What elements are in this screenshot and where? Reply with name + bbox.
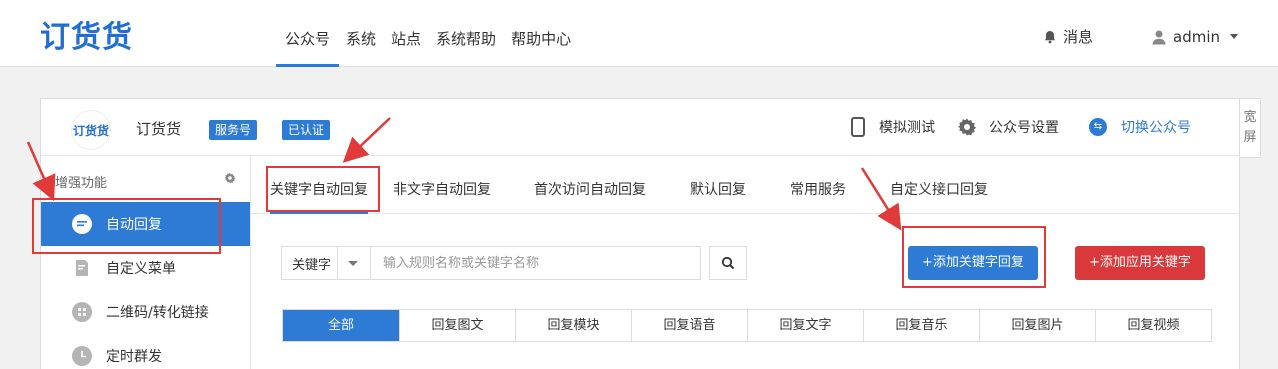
simulate-test-label: 模拟测试	[879, 120, 935, 136]
search-button[interactable]	[709, 246, 747, 280]
gear-icon	[957, 118, 977, 136]
switch-account-link[interactable]: ⇆ 切换公众号	[1089, 117, 1191, 137]
user-icon	[1152, 30, 1166, 44]
sidebar: 增强功能 自动回复 自定义菜单 二维码/转化链接 定时群发	[41, 156, 251, 369]
filter-voice[interactable]: 回复语音	[631, 310, 747, 341]
reply-tabs: 关键字自动回复 非文字自动回复 首次访问自动回复 默认回复 常用服务 自定义接口…	[251, 156, 1239, 214]
phone-icon	[851, 117, 865, 137]
filter-news[interactable]: 回复图文	[399, 310, 515, 341]
document-edit-icon	[76, 260, 88, 276]
sidebar-item-label: 定时群发	[106, 349, 162, 365]
reply-type-filter: 全部 回复图文 回复模块 回复语音 回复文字 回复音乐 回复图片 回复视频	[282, 309, 1212, 342]
top-navbar: 订货货 公众号 系统 站点 系统帮助 帮助中心 消息 admin	[0, 0, 1278, 67]
main-nav: 公众号 系统 站点 系统帮助 帮助中心	[276, 0, 578, 67]
qrcode-icon	[72, 302, 92, 322]
navbar-right: 消息 admin	[985, 26, 1238, 47]
sidebar-header: 增强功能	[55, 176, 108, 191]
chevron-down-icon	[1230, 34, 1238, 39]
account-settings-link[interactable]: 公众号设置	[957, 117, 1059, 137]
account-actions: 模拟测试 公众号设置 ⇆ 切换公众号	[829, 117, 1191, 137]
account-name: 订货货	[136, 120, 182, 138]
chat-icon	[72, 214, 92, 234]
messages-label: 消息	[1062, 28, 1093, 46]
filter-image[interactable]: 回复图片	[979, 310, 1095, 341]
filter-text[interactable]: 回复文字	[747, 310, 863, 341]
main-panel: 订货货 订货货 服务号 已认证 模拟测试 公众号设置 ⇆ 切换公众号 增强功能	[40, 98, 1240, 369]
filter-video[interactable]: 回复视频	[1095, 310, 1211, 341]
sidebar-item-scheduled-send[interactable]: 定时群发	[41, 334, 250, 369]
select-divider	[337, 246, 339, 280]
clock-icon	[72, 346, 92, 366]
sidebar-item-label: 自定义菜单	[106, 261, 176, 277]
nav-link-wechat[interactable]: 公众号	[276, 0, 340, 67]
nav-link-site[interactable]: 站点	[383, 0, 429, 67]
nav-link-system[interactable]: 系统	[338, 0, 384, 67]
sidebar-item-qrcode[interactable]: 二维码/转化链接	[41, 290, 250, 334]
sidebar-item-label: 自动回复	[106, 217, 162, 233]
tab-first-visit-reply[interactable]: 首次访问自动回复	[534, 156, 646, 214]
add-keyword-reply-button[interactable]: +添加关键字回复	[908, 246, 1038, 280]
switch-icon: ⇆	[1089, 118, 1107, 136]
switch-account-label: 切换公众号	[1121, 120, 1191, 136]
account-type-badge: 服务号	[209, 120, 258, 140]
filter-all[interactable]: 全部	[283, 310, 399, 341]
tab-custom-api-reply[interactable]: 自定义接口回复	[890, 156, 988, 214]
bell-icon	[1044, 30, 1056, 43]
search-type-value: 关键字	[292, 257, 332, 273]
messages-link[interactable]: 消息	[1043, 26, 1093, 47]
account-avatar: 订货货	[71, 110, 111, 150]
tab-keyword-reply[interactable]: 关键字自动回复	[270, 156, 368, 214]
gear-icon[interactable]	[224, 172, 236, 184]
sidebar-item-custom-menu[interactable]: 自定义菜单	[41, 246, 250, 290]
add-app-keyword-button[interactable]: +添加应用关键字	[1075, 246, 1205, 280]
user-menu[interactable]: admin	[1151, 28, 1238, 46]
verified-badge: 已认证	[282, 120, 331, 140]
chevron-down-icon	[348, 260, 359, 266]
tab-default-reply[interactable]: 默认回复	[690, 156, 746, 214]
account-settings-label: 公众号设置	[989, 120, 1059, 136]
wide-screen-toggle[interactable]: 宽屏	[1239, 98, 1261, 158]
tab-common-services[interactable]: 常用服务	[790, 156, 846, 214]
search-type-select[interactable]: 关键字	[281, 246, 371, 280]
nav-link-help-center[interactable]: 帮助中心	[503, 0, 579, 67]
sidebar-item-auto-reply[interactable]: 自动回复	[41, 202, 250, 246]
nav-link-system-help[interactable]: 系统帮助	[428, 0, 504, 67]
search-input[interactable]	[371, 246, 701, 280]
filter-music[interactable]: 回复音乐	[863, 310, 979, 341]
user-name: admin	[1173, 27, 1220, 46]
search-icon	[721, 256, 735, 270]
simulate-test-link[interactable]: 模拟测试	[851, 117, 935, 137]
filter-module[interactable]: 回复模块	[515, 310, 631, 341]
sidebar-item-label: 二维码/转化链接	[106, 305, 209, 321]
brand-logo[interactable]: 订货货	[40, 20, 133, 56]
tab-non-text-reply[interactable]: 非文字自动回复	[393, 156, 491, 214]
search-row: 关键字	[281, 246, 747, 280]
account-bar: 订货货 订货货 服务号 已认证 模拟测试 公众号设置 ⇆ 切换公众号	[41, 99, 1239, 156]
